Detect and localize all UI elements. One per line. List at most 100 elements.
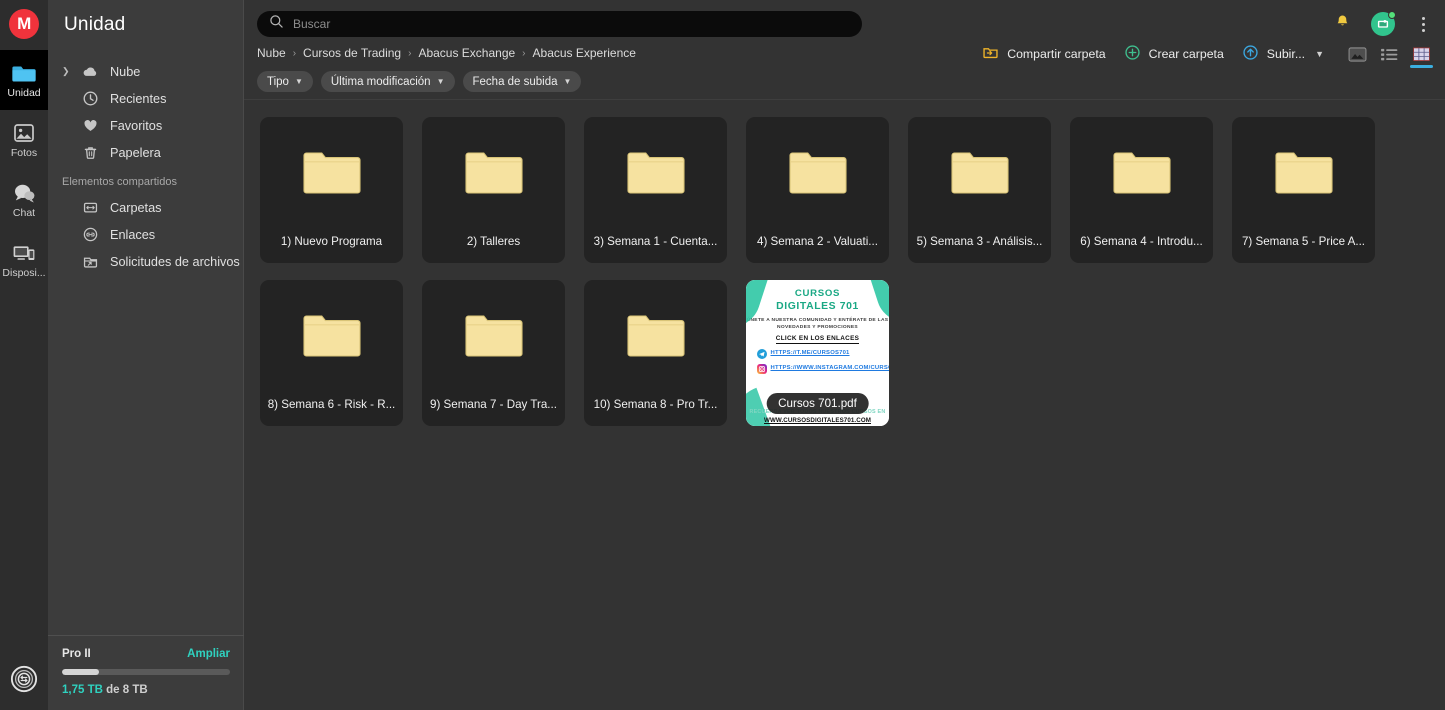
- folder-card[interactable]: 10) Semana 8 - Pro Tr...: [584, 280, 727, 426]
- upload-button[interactable]: Subir... ▼: [1242, 44, 1324, 64]
- drive-folder-icon: [11, 61, 37, 85]
- chevron-down-icon: ▼: [563, 77, 572, 86]
- folder-card[interactable]: 4) Semana 2 - Valuati...: [746, 117, 889, 263]
- rail-item-fotos[interactable]: Fotos: [0, 110, 48, 170]
- search-input[interactable]: [293, 17, 813, 31]
- file-card[interactable]: CURSOS DIGITALES 701 ÚNETE A NUESTRA COM…: [746, 280, 889, 426]
- avatar[interactable]: [1371, 11, 1396, 36]
- breadcrumb: Nube › Cursos de Trading › Abacus Exchan…: [257, 46, 636, 60]
- file-label: Cursos 701.pdf: [766, 393, 869, 414]
- grid-view-toggle[interactable]: [1410, 47, 1433, 68]
- bell-icon[interactable]: [1334, 13, 1351, 35]
- folder-label: 10) Semana 8 - Pro Tr...: [593, 398, 718, 411]
- create-folder-button[interactable]: Crear carpeta: [1124, 44, 1224, 64]
- storage-progress-bar: [62, 669, 230, 675]
- filter-fecha-de-subida[interactable]: Fecha de subida ▼: [462, 71, 582, 92]
- folder-card[interactable]: 7) Semana 5 - Price A...: [1232, 117, 1375, 263]
- thumbnail-telegram-link: HTTPS://T.ME/CURSOS701: [770, 350, 850, 356]
- rail-label-unidad: Unidad: [7, 87, 41, 99]
- cloud-icon: [81, 62, 100, 81]
- trash-icon: [81, 143, 100, 162]
- share-folder-icon: [982, 44, 999, 64]
- rail-label-dispositivos: Disposi...: [2, 267, 46, 279]
- folder-card[interactable]: 3) Semana 1 - Cuenta...: [584, 117, 727, 263]
- filter-ultima-modificacion-label: Última modificación: [330, 75, 431, 88]
- rail-item-chat[interactable]: Chat: [0, 170, 48, 230]
- thumbnail-cta: CLICK EN LOS ENLACES: [775, 335, 860, 344]
- sidebar-label-papelera: Papelera: [110, 145, 161, 160]
- thumbnail-view-toggle[interactable]: [1348, 46, 1367, 62]
- sidebar-item-carpetas[interactable]: ❯ Carpetas: [48, 194, 243, 221]
- sidebar-label-recientes: Recientes: [110, 91, 167, 106]
- folder-icon: [584, 117, 727, 229]
- folder-card[interactable]: 6) Semana 4 - Introdu...: [1070, 117, 1213, 263]
- folder-label: 9) Semana 7 - Day Tra...: [430, 398, 557, 411]
- folder-card[interactable]: 2) Talleres: [422, 117, 565, 263]
- thumbnail-title-line1: CURSOS: [794, 288, 841, 299]
- sidebar-item-favoritos[interactable]: ❯ Favoritos: [48, 112, 243, 139]
- breadcrumb-item-2[interactable]: Abacus Exchange: [418, 46, 515, 60]
- breadcrumb-item-1[interactable]: Cursos de Trading: [303, 46, 401, 60]
- upload-label: Subir...: [1266, 47, 1306, 61]
- rail-label-fotos: Fotos: [10, 147, 38, 159]
- clock-icon: [81, 89, 100, 108]
- app-logo[interactable]: M: [9, 9, 39, 39]
- folder-label: 3) Semana 1 - Cuenta...: [593, 235, 718, 248]
- search-bar[interactable]: [257, 11, 862, 37]
- instagram-icon: [756, 364, 767, 374]
- top-bar: Nube › Cursos de Trading › Abacus Exchan…: [244, 0, 1445, 100]
- thumbnail-instagram-link: HTTPS://WWW.INSTAGRAM.COM/CURSOSEMPRENDE…: [770, 365, 890, 371]
- create-folder-label: Crear carpeta: [1148, 47, 1224, 61]
- folder-card[interactable]: 8) Semana 6 - Risk - R...: [260, 280, 403, 426]
- folder-label: 4) Semana 2 - Valuati...: [757, 235, 878, 248]
- kebab-menu-icon[interactable]: [1415, 16, 1431, 32]
- left-rail: M Unidad Fotos Chat Disposi...: [0, 0, 48, 710]
- folder-icon: [260, 117, 403, 229]
- folder-card[interactable]: 9) Semana 7 - Day Tra...: [422, 280, 565, 426]
- sidebar-label-carpetas: Carpetas: [110, 200, 162, 215]
- sidebar-item-recientes[interactable]: ❯ Recientes: [48, 85, 243, 112]
- list-view-toggle[interactable]: [1380, 47, 1399, 62]
- folder-card[interactable]: 5) Semana 3 - Análisis...: [908, 117, 1051, 263]
- folder-icon: [746, 117, 889, 229]
- upgrade-link[interactable]: Ampliar: [187, 648, 230, 660]
- thumbnail-title-line2: DIGITALES 701: [776, 301, 859, 312]
- storage-used-value: 1,75 TB: [62, 684, 103, 696]
- sidebar-item-solicitudes[interactable]: ❯ Solicitudes de archivos: [48, 248, 243, 275]
- sidebar-item-papelera[interactable]: ❯ Papelera: [48, 139, 243, 166]
- main-content: Nube › Cursos de Trading › Abacus Exchan…: [244, 0, 1445, 710]
- rail-item-dispositivos[interactable]: Disposi...: [0, 230, 48, 290]
- breadcrumb-item-0[interactable]: Nube: [257, 46, 286, 60]
- filter-ultima-modificacion[interactable]: Última modificación ▼: [320, 71, 455, 92]
- chat-bubble-icon: [11, 181, 37, 205]
- rail-label-chat: Chat: [12, 207, 36, 219]
- breadcrumb-separator: ›: [522, 47, 526, 59]
- share-folder-button[interactable]: Compartir carpeta: [982, 44, 1106, 64]
- sidebar-label-nube: Nube: [110, 64, 141, 79]
- heart-icon: [81, 116, 100, 135]
- sidebar-item-nube[interactable]: ❯ Nube: [48, 58, 243, 85]
- chevron-down-icon[interactable]: ▼: [1315, 49, 1324, 59]
- folder-icon: [908, 117, 1051, 229]
- view-toggles: [1348, 46, 1433, 68]
- folder-label: 8) Semana 6 - Risk - R...: [267, 398, 396, 411]
- sidebar-label-enlaces: Enlaces: [110, 227, 156, 242]
- sidebar-item-enlaces[interactable]: ❯ Enlaces: [48, 221, 243, 248]
- sidebar-nav: ❯ Nube ❯ Recientes: [48, 58, 243, 275]
- status-badge: [1388, 11, 1396, 19]
- thumbnail-instagram-row: HTTPS://WWW.INSTAGRAM.COM/CURSOSEMPRENDE…: [749, 364, 890, 374]
- folder-label: 1) Nuevo Programa: [280, 235, 383, 248]
- rail-item-unidad[interactable]: Unidad: [0, 50, 48, 110]
- shared-folders-icon: [81, 198, 100, 217]
- sidebar-title: Unidad: [64, 14, 126, 35]
- storage-progress-fill: [62, 669, 99, 675]
- filter-tipo[interactable]: Tipo ▼: [257, 71, 313, 92]
- folder-label: 2) Talleres: [466, 235, 521, 248]
- breadcrumb-item-3[interactable]: Abacus Experience: [533, 46, 636, 60]
- chevron-right-icon[interactable]: ❯: [62, 67, 71, 76]
- search-icon: [269, 14, 284, 34]
- storage-panel: Pro II Ampliar 1,75 TB de 8 TB: [48, 635, 244, 710]
- filter-fecha-de-subida-label: Fecha de subida: [472, 75, 558, 88]
- folder-card[interactable]: 1) Nuevo Programa: [260, 117, 403, 263]
- transfers-button[interactable]: [0, 665, 48, 698]
